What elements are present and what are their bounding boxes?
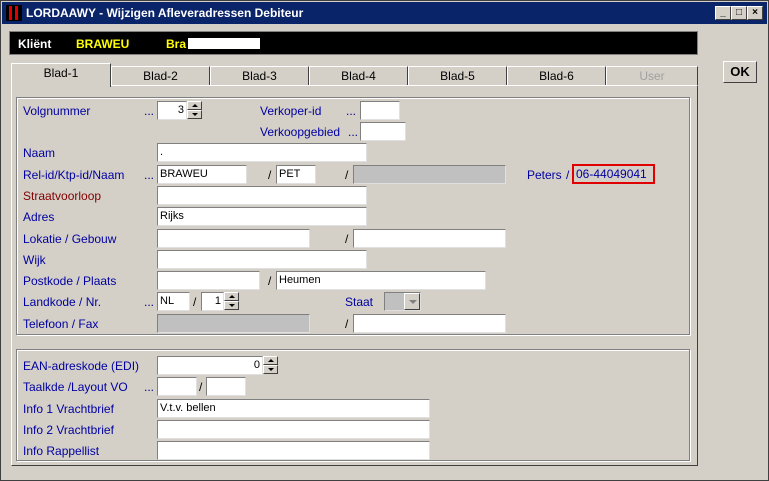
spin-down-icon[interactable] — [224, 301, 239, 310]
huisnr-spinner[interactable] — [224, 292, 239, 311]
straatvoorloop-field[interactable] — [157, 186, 367, 205]
relid-lookup[interactable]: ... — [144, 168, 154, 182]
lokatie-field[interactable] — [157, 229, 310, 248]
client-code: BRAWEU — [76, 37, 130, 51]
gebouw-field[interactable] — [353, 229, 506, 248]
landkode-label: Landkode / Nr. — [23, 295, 102, 309]
ok-button[interactable]: OK — [723, 61, 757, 83]
postkode-field[interactable] — [157, 271, 260, 290]
volgnummer-field[interactable]: 3 — [157, 101, 187, 120]
slash-separator: / — [345, 168, 349, 182]
taalkde-label: Taalkde /Layout VO — [23, 380, 128, 394]
rappel-label: Info Rappellist — [23, 444, 100, 458]
tab-user: User — [606, 66, 698, 86]
slash-separator: / — [345, 232, 349, 246]
info2-label: Info 2 Vrachtbrief — [23, 423, 114, 437]
maximize-button[interactable]: □ — [731, 6, 747, 20]
spin-up-icon[interactable] — [263, 356, 278, 365]
layout-field[interactable] — [206, 377, 246, 396]
wijk-label: Wijk — [23, 253, 46, 267]
client-name: Bra — [166, 37, 187, 51]
chevron-down-icon[interactable] — [404, 293, 420, 310]
window-title: LORDAAWY - Wijzigen Afleveradressen Debi… — [26, 6, 304, 20]
taalkde-field[interactable] — [157, 377, 197, 396]
tab-blad-4[interactable]: Blad-4 — [309, 66, 408, 86]
naam-field[interactable]: . — [157, 143, 367, 162]
spin-up-icon[interactable] — [187, 101, 202, 110]
spin-down-icon[interactable] — [187, 110, 202, 119]
client-bar: Kliënt BRAWEU Bra — [9, 31, 698, 55]
info1-label: Info 1 Vrachtbrief — [23, 402, 114, 416]
adres-label: Adres — [23, 210, 55, 224]
verkoper-lookup[interactable]: ... — [346, 104, 356, 118]
close-button[interactable]: × — [747, 6, 763, 20]
telefoon-field — [157, 314, 310, 333]
verkoopgebied-field[interactable] — [360, 122, 406, 141]
slash-separator: / — [345, 317, 349, 331]
tab-strip: Blad-1 Blad-2 Blad-3 Blad-4 Blad-5 Blad-… — [11, 63, 698, 87]
verkoper-field[interactable] — [360, 101, 400, 120]
contact-slash: / — [566, 168, 570, 182]
app-window: LORDAAWY - Wijzigen Afleveradressen Debi… — [0, 0, 769, 481]
lokatie-label: Lokatie / Gebouw — [23, 232, 117, 246]
landkode-lookup[interactable]: ... — [144, 295, 154, 309]
volgnummer-spinner[interactable] — [187, 101, 202, 120]
adres-field[interactable]: Rijks — [157, 207, 367, 226]
tab-blad-1[interactable]: Blad-1 — [11, 63, 111, 87]
minimize-button[interactable]: _ — [715, 6, 731, 20]
relid-label: Rel-id/Ktp-id/Naam — [23, 168, 125, 182]
slash-separator: / — [268, 274, 272, 288]
volgnummer-lookup[interactable]: ... — [144, 104, 154, 118]
fax-field[interactable] — [353, 314, 506, 333]
taalkde-lookup[interactable]: ... — [144, 380, 154, 394]
naam-label: Naam — [23, 146, 56, 160]
relid-field[interactable]: BRAWEU — [157, 165, 247, 184]
slash-separator: / — [193, 295, 197, 309]
redacted-name — [188, 38, 260, 49]
slash-separator: / — [268, 168, 272, 182]
ean-spinner[interactable] — [263, 356, 278, 375]
client-label: Kliënt — [18, 37, 52, 51]
slash-separator: / — [199, 380, 203, 394]
verkoper-label: Verkoper-id — [260, 104, 322, 118]
verkoopgebied-lookup[interactable]: ... — [348, 125, 358, 139]
tab-blad-2[interactable]: Blad-2 — [111, 66, 210, 86]
ean-label: EAN-adreskode (EDI) — [23, 359, 140, 373]
verkoopgebied-label: Verkoopgebied — [260, 125, 341, 139]
postkode-label: Postkode / Plaats — [23, 274, 117, 288]
plaats-field[interactable]: Heumen — [276, 271, 486, 290]
straatvoorloop-label: Straatvoorloop — [23, 189, 102, 203]
app-icon — [6, 5, 22, 21]
contact-phone: 06-44049041 — [572, 164, 655, 184]
wijk-field[interactable] — [157, 250, 367, 269]
rappel-field[interactable] — [157, 441, 430, 460]
volgnummer-label: Volgnummer — [23, 104, 91, 118]
staat-label: Staat — [345, 295, 374, 309]
relnaam-field — [353, 165, 506, 184]
spin-up-icon[interactable] — [224, 292, 239, 301]
info1-field[interactable]: V.t.v. bellen — [157, 399, 430, 418]
spin-down-icon[interactable] — [263, 365, 278, 374]
tab-blad-3[interactable]: Blad-3 — [210, 66, 309, 86]
contact-name: Peters — [527, 168, 562, 182]
tab-blad-5[interactable]: Blad-5 — [408, 66, 507, 86]
title-bar: LORDAAWY - Wijzigen Afleveradressen Debi… — [2, 2, 767, 24]
ean-field[interactable]: 0 — [157, 356, 263, 375]
ktpid-field[interactable]: PET — [276, 165, 316, 184]
info2-field[interactable] — [157, 420, 430, 439]
tab-blad-6[interactable]: Blad-6 — [507, 66, 606, 86]
telefoon-label: Telefoon / Fax — [23, 317, 99, 331]
huisnr-field[interactable]: 1 — [201, 292, 224, 311]
landkode-field[interactable]: NL — [157, 292, 190, 311]
